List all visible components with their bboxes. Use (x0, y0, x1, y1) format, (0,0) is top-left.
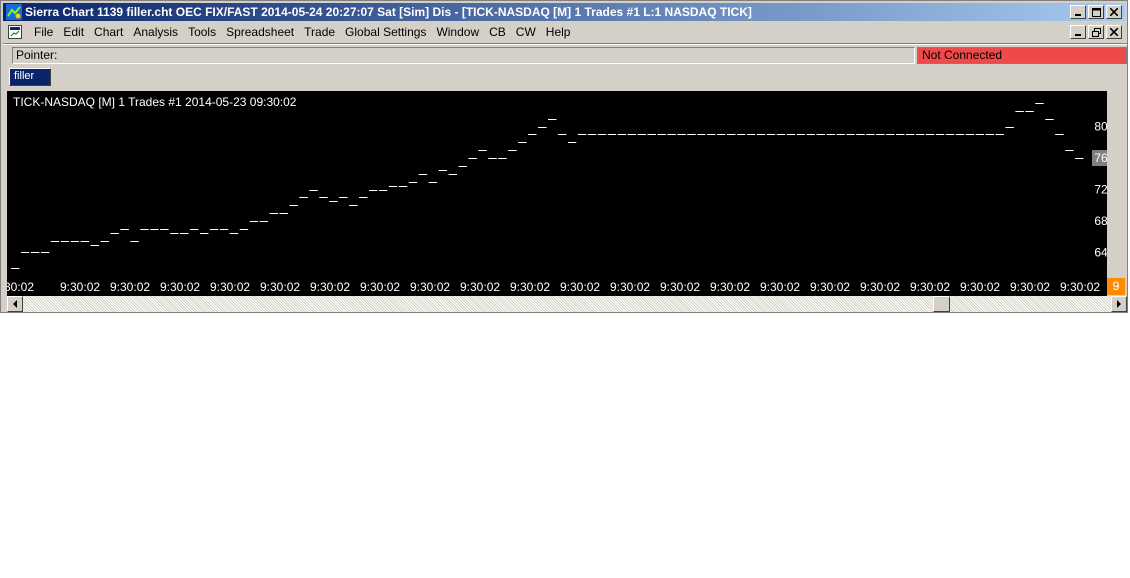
menu-item-spreadsheet[interactable]: Spreadsheet (221, 25, 299, 40)
connection-status: Not Connected (917, 47, 1127, 64)
x-tick-label: 9:30:02 (260, 280, 300, 294)
x-tick-label: 9:30:02 (960, 280, 1000, 294)
x-tick-label: 9:30:02 (660, 280, 700, 294)
x-tick-label: 9:30:02 (110, 280, 150, 294)
menu-item-window[interactable]: Window (431, 25, 484, 40)
app-window: Sierra Chart 1139 filler.cht OEC FIX/FAS… (0, 0, 1128, 313)
x-tick-label: 9:30:02 (160, 280, 200, 294)
x-tick-label: 9:30:02 (810, 280, 850, 294)
menu-items: File Edit Chart Analysis Tools Spreadsheet Tra… (29, 25, 575, 40)
menu-item-trade[interactable]: Trade (299, 25, 340, 40)
menu-item-cw[interactable]: CW (511, 25, 541, 40)
scroll-thumb[interactable] (933, 296, 950, 312)
maximize-icon (1091, 7, 1101, 17)
arrow-left-icon (13, 300, 17, 308)
menu-item-global-settings[interactable]: Global Settings (340, 25, 431, 40)
x-tick-label: 9:30:02 (760, 280, 800, 294)
x-tick-label: 9:30:02 (310, 280, 350, 294)
close-icon (1110, 28, 1118, 36)
scroll-left-button[interactable] (7, 296, 23, 312)
x-tick-label: 9:30:02 (410, 280, 450, 294)
caption-buttons (1070, 5, 1122, 19)
x-tick-label: 9:30:02 (560, 280, 600, 294)
chart-svg[interactable]: TICK-NASDAQ [M] 1 Trades #1 2014-05-23 0… (7, 91, 1107, 296)
arrow-right-icon (1117, 300, 1121, 308)
x-tick-label: 9:30:02 (460, 280, 500, 294)
x-tick-label: 9:30:02 (360, 280, 400, 294)
chart-area[interactable]: TICK-NASDAQ [M] 1 Trades #1 2014-05-23 0… (7, 91, 1107, 296)
chart-header: TICK-NASDAQ [M] 1 Trades #1 2014-05-23 0… (13, 95, 297, 109)
y-tick-label: 64 (1094, 245, 1107, 259)
chart-document-icon[interactable] (8, 25, 22, 39)
corner-badge[interactable]: 9 (1107, 278, 1125, 295)
x-tick-label: 9:30:02 (510, 280, 550, 294)
x-tick-label: 30:02 (7, 280, 34, 294)
menu-bar: File Edit Chart Analysis Tools Spreadsheet Tra… (3, 23, 1125, 42)
x-tick-label: 9:30:02 (860, 280, 900, 294)
menu-item-file[interactable]: File (29, 25, 58, 40)
tab-filler[interactable]: filler (9, 68, 51, 86)
menu-item-help[interactable]: Help (541, 25, 576, 40)
x-tick-label: 9:30:02 (60, 280, 100, 294)
x-tick-label: 9:30:02 (610, 280, 650, 294)
maximize-button[interactable] (1088, 5, 1104, 19)
scroll-right-button[interactable] (1111, 296, 1127, 312)
y-tick-label: 80 (1094, 120, 1107, 134)
x-tick-label: 9:30:02 (710, 280, 750, 294)
menu-item-edit[interactable]: Edit (58, 25, 89, 40)
x-tick-label: 9:30:02 (1010, 280, 1050, 294)
close-button[interactable] (1106, 5, 1122, 19)
mdi-close-button[interactable] (1106, 25, 1122, 39)
current-value-label: 76 (1094, 151, 1107, 165)
mdi-caption-buttons (1070, 25, 1122, 39)
divider (3, 43, 1127, 45)
y-tick-label: 72 (1094, 183, 1107, 197)
x-tick-label: 9:30:02 (910, 280, 950, 294)
sierra-chart-logo-icon (6, 4, 22, 20)
x-tick-label: 9:30:02 (210, 280, 250, 294)
restore-icon (1091, 27, 1101, 37)
window-title: Sierra Chart 1139 filler.cht OEC FIX/FAS… (25, 5, 752, 19)
minimize-button[interactable] (1070, 5, 1086, 19)
mdi-restore-button[interactable] (1088, 25, 1104, 39)
close-icon (1110, 8, 1118, 16)
title-bar[interactable]: Sierra Chart 1139 filler.cht OEC FIX/FAS… (3, 3, 1125, 21)
menu-item-cb[interactable]: CB (484, 25, 511, 40)
mdi-minimize-button[interactable] (1070, 25, 1086, 39)
pointer-readout: Pointer: (12, 47, 915, 64)
x-tick-label: 9:30:02 (1060, 280, 1100, 294)
minimize-icon (1075, 14, 1081, 16)
y-tick-label: 68 (1094, 214, 1107, 228)
horizontal-scrollbar[interactable] (7, 296, 1127, 312)
menu-item-tools[interactable]: Tools (183, 25, 221, 40)
minimize-icon (1075, 34, 1081, 36)
menu-item-analysis[interactable]: Analysis (128, 25, 183, 40)
menu-item-chart[interactable]: Chart (89, 25, 128, 40)
